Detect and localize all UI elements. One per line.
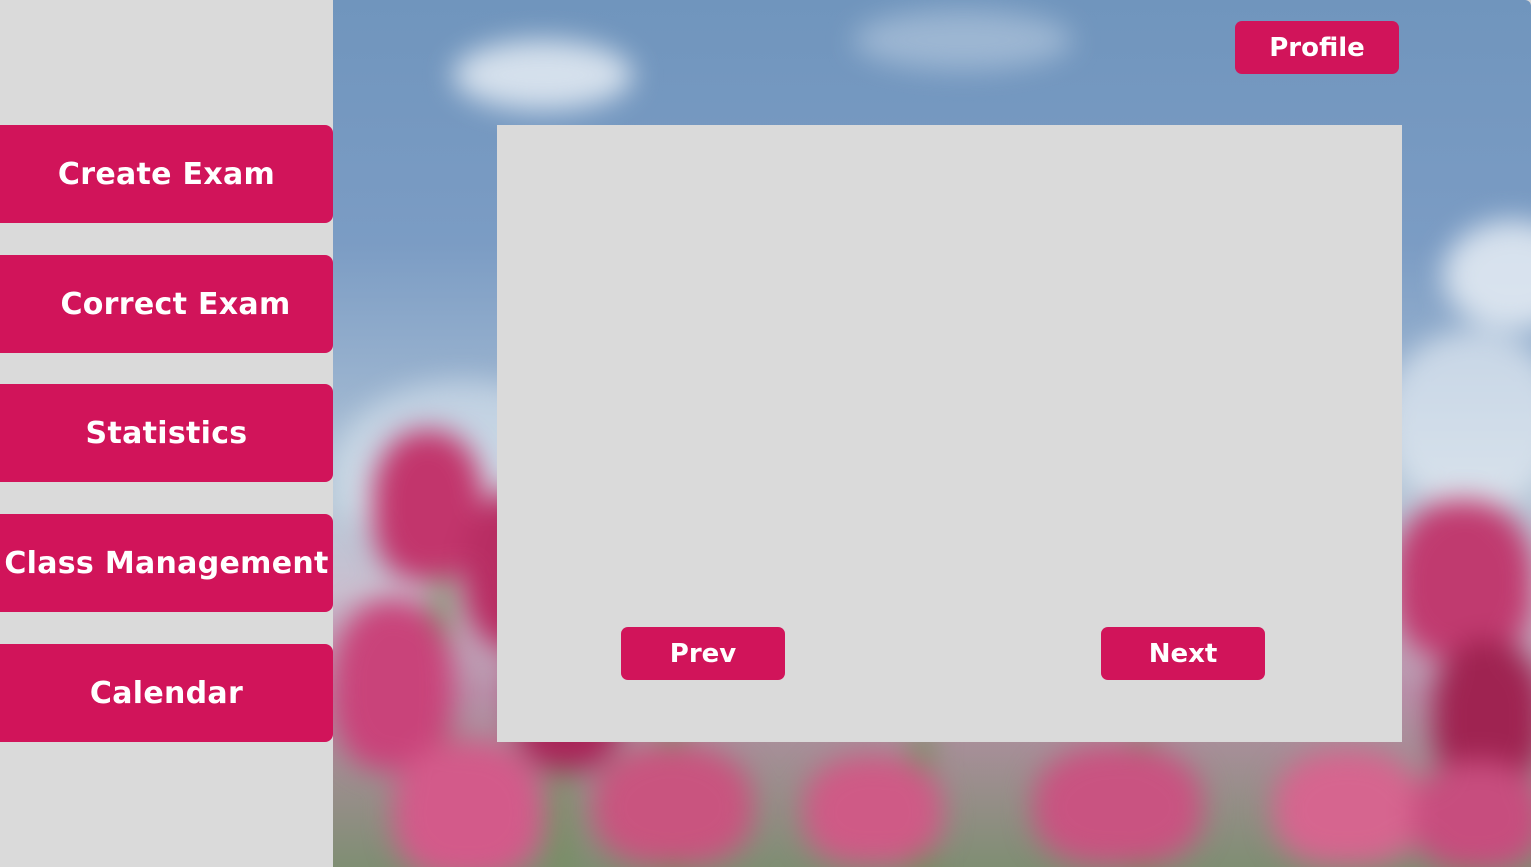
calendar-button[interactable]: Calendar [0, 644, 333, 742]
prev-button[interactable]: Prev [621, 627, 785, 680]
next-label: Next [1148, 638, 1218, 669]
class-management-button[interactable]: Class Management [0, 514, 333, 612]
profile-label: Profile [1269, 32, 1365, 63]
statistics-button[interactable]: Statistics [0, 384, 333, 482]
calendar-label: Calendar [89, 675, 244, 711]
correct-exam-button[interactable]: Correct Exam [0, 255, 333, 353]
create-exam-label: Create Exam [57, 156, 276, 192]
statistics-label: Statistics [85, 415, 248, 451]
content-panel: Prev Next [497, 125, 1402, 742]
app-window: Create Exam Correct Exam Statistics Clas… [0, 0, 1531, 867]
create-exam-button[interactable]: Create Exam [0, 125, 333, 223]
prev-label: Prev [669, 638, 737, 669]
correct-exam-label: Correct Exam [60, 286, 291, 322]
sidebar: Create Exam Correct Exam Statistics Clas… [0, 0, 333, 867]
class-management-label: Class Management [4, 545, 329, 581]
profile-button[interactable]: Profile [1235, 21, 1399, 74]
next-button[interactable]: Next [1101, 627, 1265, 680]
